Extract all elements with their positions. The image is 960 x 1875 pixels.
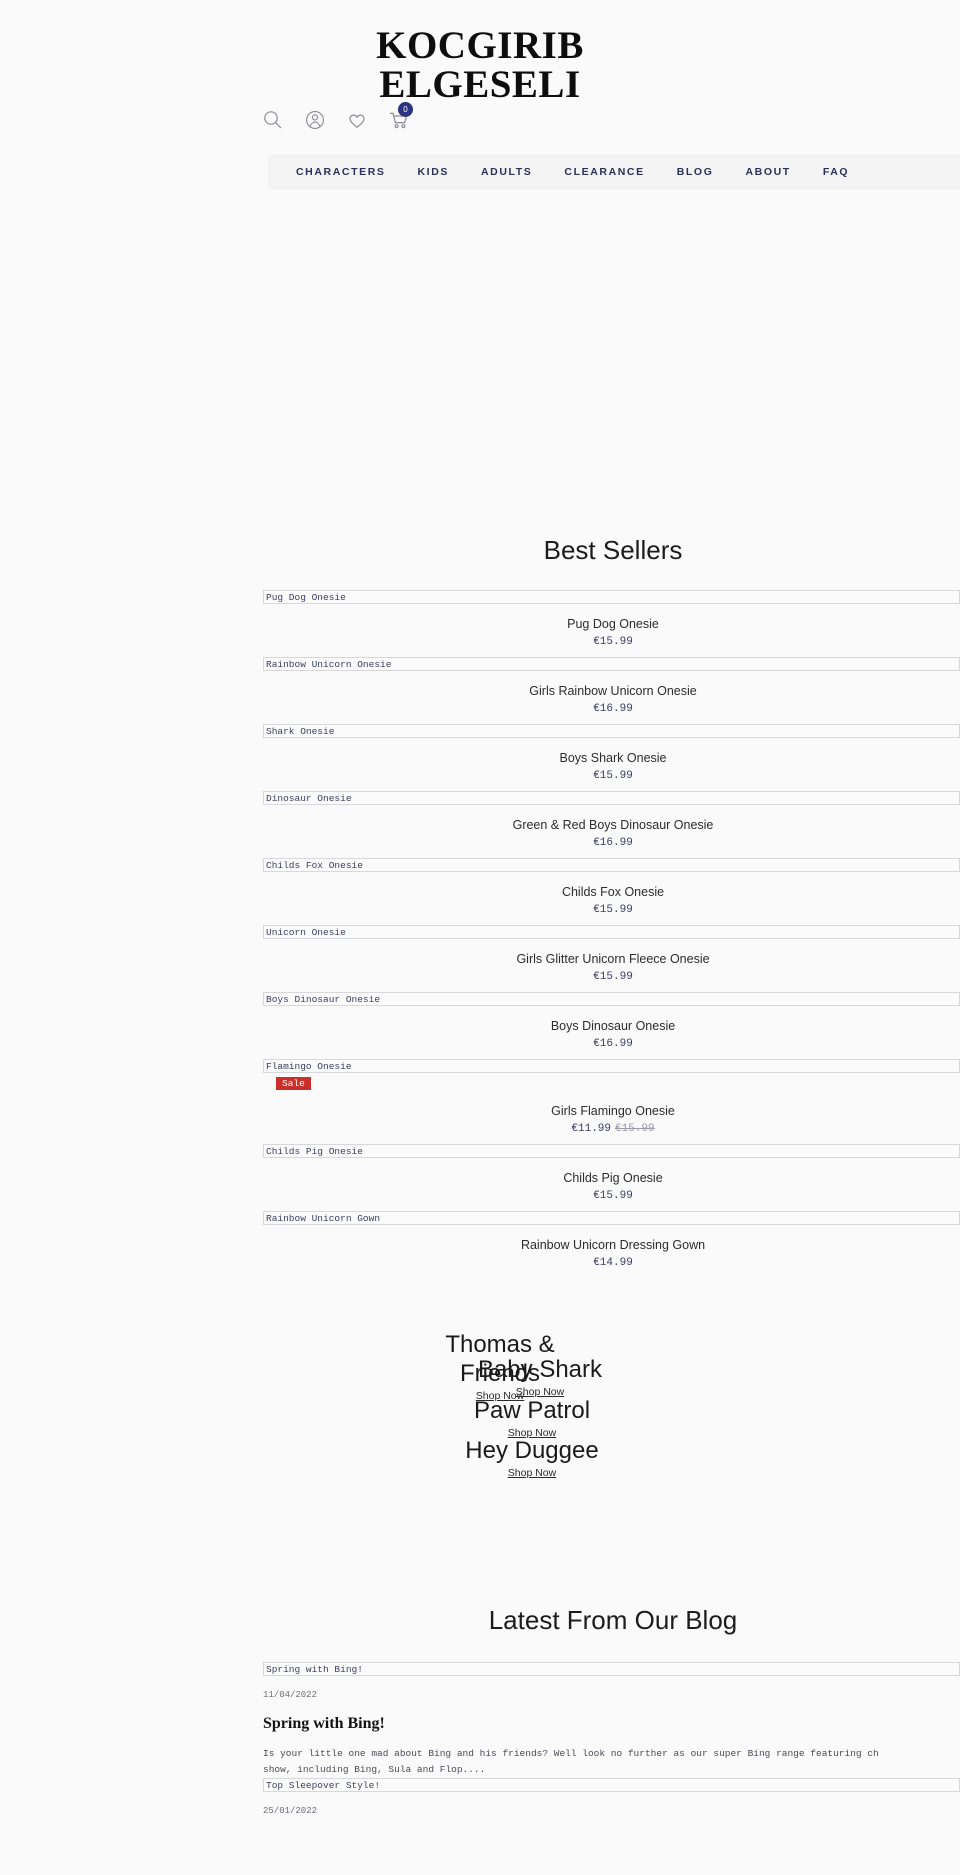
product-meta: Green & Red Boys Dinosaur Onesie €16.99 xyxy=(252,805,960,858)
product-price-original: €15.99 xyxy=(615,1123,655,1135)
product-image-alt[interactable]: Shark Onesie xyxy=(263,724,960,738)
product-name[interactable]: Rainbow Unicorn Dressing Gown xyxy=(252,1237,960,1254)
status-badge-sale: Sale xyxy=(276,1077,311,1090)
product-card-on-sale[interactable]: Flamingo Onesie Sale Girls Flamingo Ones… xyxy=(0,1059,960,1144)
search-icon[interactable] xyxy=(262,109,284,131)
product-meta: Pug Dog Onesie €15.99 xyxy=(252,604,960,657)
product-price: €15.99 xyxy=(593,770,633,782)
product-card[interactable]: Rainbow Unicorn Gown Rainbow Unicorn Dre… xyxy=(0,1211,960,1278)
product-card[interactable]: Pug Dog Onesie Pug Dog Onesie €15.99 xyxy=(0,590,960,657)
blog-post-date: 11/04/2022 xyxy=(263,1690,318,1700)
best-sellers-title: Best Sellers xyxy=(543,535,683,565)
wishlist-heart-icon[interactable] xyxy=(346,109,368,131)
nav-item-blog[interactable]: BLOG xyxy=(661,166,730,178)
promo-tile-hey-duggee[interactable]: Hey Duggee Shop Now xyxy=(462,1436,602,1481)
blog-post-excerpt: Is your little one mad about Bing and hi… xyxy=(263,1748,879,1775)
hero-banner-area xyxy=(0,190,960,535)
promo-banner-group: Thomas & Friends Shop Now Baby Shark Sho… xyxy=(0,1330,960,1545)
blog-post[interactable]: Top Sleepover Style! 25/01/2022 xyxy=(0,1778,960,1818)
blog-post[interactable]: Spring with Bing! 11/04/2022 Spring with… xyxy=(0,1662,960,1778)
main-navigation: CHARACTERS KIDS ADULTS CLEARANCE BLOG AB… xyxy=(268,154,960,190)
product-card[interactable]: Dinosaur Onesie Green & Red Boys Dinosau… xyxy=(0,791,960,858)
product-price: €15.99 xyxy=(593,1190,633,1202)
product-image-alt[interactable]: Childs Pig Onesie xyxy=(263,1144,960,1158)
nav-item-clearance[interactable]: CLEARANCE xyxy=(548,166,660,178)
best-sellers-product-list: Pug Dog Onesie Pug Dog Onesie €15.99 Rai… xyxy=(0,590,960,1278)
product-price: €16.99 xyxy=(593,837,633,849)
nav-item-about[interactable]: ABOUT xyxy=(729,166,806,178)
product-card[interactable]: Childs Pig Onesie Childs Pig Onesie €15.… xyxy=(0,1144,960,1211)
nav-item-faq[interactable]: FAQ xyxy=(807,166,865,178)
product-card[interactable]: Unicorn Onesie Girls Glitter Unicorn Fle… xyxy=(0,925,960,992)
product-price: €14.99 xyxy=(593,1257,633,1269)
product-meta: Rainbow Unicorn Dressing Gown €14.99 xyxy=(252,1225,960,1278)
product-name[interactable]: Boys Dinosaur Onesie xyxy=(252,1018,960,1035)
product-name[interactable]: Childs Fox Onesie xyxy=(252,884,960,901)
product-meta: Childs Fox Onesie €15.99 xyxy=(252,872,960,925)
logo-line-1: KOCGIRIB xyxy=(376,24,584,67)
product-name[interactable]: Childs Pig Onesie xyxy=(252,1170,960,1187)
promo-tile-paw-patrol[interactable]: Paw Patrol Shop Now xyxy=(462,1396,602,1441)
product-meta: Childs Pig Onesie €15.99 xyxy=(252,1158,960,1211)
promo-title: Hey Duggee xyxy=(465,1437,599,1464)
product-image-alt[interactable]: Flamingo Onesie xyxy=(263,1059,960,1073)
site-logo[interactable]: KOCGIRIB ELGESELI xyxy=(270,26,690,104)
product-price: €16.99 xyxy=(593,1038,633,1050)
blog-post-heading[interactable]: Spring with Bing! xyxy=(263,1702,960,1734)
product-name[interactable]: Green & Red Boys Dinosaur Onesie xyxy=(252,817,960,834)
product-meta: Boys Shark Onesie €15.99 xyxy=(252,738,960,791)
product-price: €11.99 €15.99 xyxy=(252,1121,960,1138)
product-image-alt[interactable]: Boys Dinosaur Onesie xyxy=(263,992,960,1006)
nav-item-adults[interactable]: ADULTS xyxy=(465,166,548,178)
blog-section-title: Latest From Our Blog xyxy=(488,1605,738,1635)
nav-item-kids[interactable]: KIDS xyxy=(402,166,466,178)
cart-count-badge: 0 xyxy=(398,102,413,117)
product-name[interactable]: Girls Glitter Unicorn Fleece Onesie xyxy=(252,951,960,968)
logo-line-2: ELGESELI xyxy=(379,63,581,106)
blog-image-alt[interactable]: Top Sleepover Style! xyxy=(263,1778,960,1792)
blog-post-date: 25/01/2022 xyxy=(263,1806,318,1816)
nav-item-characters[interactable]: CHARACTERS xyxy=(280,166,402,178)
product-meta: Girls Rainbow Unicorn Onesie €16.99 xyxy=(252,671,960,724)
product-name[interactable]: Girls Flamingo Onesie xyxy=(252,1103,960,1120)
promo-tile-baby-shark[interactable]: Baby Shark Shop Now xyxy=(470,1355,610,1400)
promo-title: Baby Shark xyxy=(477,1356,603,1383)
product-meta: Girls Glitter Unicorn Fleece Onesie €15.… xyxy=(252,939,960,992)
blog-image-alt[interactable]: Spring with Bing! xyxy=(263,1662,960,1676)
product-card[interactable]: Rainbow Unicorn Onesie Girls Rainbow Uni… xyxy=(0,657,960,724)
header-icon-row: 0 xyxy=(262,102,960,132)
product-price: €15.99 xyxy=(593,971,633,983)
product-name[interactable]: Boys Shark Onesie xyxy=(252,750,960,767)
product-image-alt[interactable]: Dinosaur Onesie xyxy=(263,791,960,805)
product-price: €16.99 xyxy=(593,703,633,715)
product-image-alt[interactable]: Rainbow Unicorn Gown xyxy=(263,1211,960,1225)
product-price: €15.99 xyxy=(593,636,633,648)
product-image-alt[interactable]: Rainbow Unicorn Onesie xyxy=(263,657,960,671)
product-card[interactable]: Shark Onesie Boys Shark Onesie €15.99 xyxy=(0,724,960,791)
site-header: KOCGIRIB ELGESELI 0 xyxy=(0,0,960,132)
product-image-alt[interactable]: Childs Fox Onesie xyxy=(263,858,960,872)
page-root: KOCGIRIB ELGESELI 0 CHARACTERS KIDS ADUL… xyxy=(0,0,960,1875)
product-card[interactable]: Childs Fox Onesie Childs Fox Onesie €15.… xyxy=(0,858,960,925)
blog-post-list: Spring with Bing! 11/04/2022 Spring with… xyxy=(0,1662,960,1818)
product-price-current: €11.99 xyxy=(571,1123,611,1135)
product-name[interactable]: Pug Dog Onesie xyxy=(252,616,960,633)
product-price: €15.99 xyxy=(593,904,633,916)
product-card[interactable]: Boys Dinosaur Onesie Boys Dinosaur Onesi… xyxy=(0,992,960,1059)
product-meta: Girls Flamingo Onesie €11.99 €15.99 xyxy=(252,1091,960,1144)
product-meta: Boys Dinosaur Onesie €16.99 xyxy=(252,1006,960,1059)
promo-shop-now-link[interactable]: Shop Now xyxy=(462,1465,602,1481)
product-name[interactable]: Girls Rainbow Unicorn Onesie xyxy=(252,683,960,700)
promo-title: Paw Patrol xyxy=(473,1397,591,1424)
shopping-cart-icon[interactable]: 0 xyxy=(388,102,413,131)
product-image-alt[interactable]: Pug Dog Onesie xyxy=(263,590,960,604)
account-icon[interactable] xyxy=(304,109,326,131)
product-image-alt[interactable]: Unicorn Onesie xyxy=(263,925,960,939)
